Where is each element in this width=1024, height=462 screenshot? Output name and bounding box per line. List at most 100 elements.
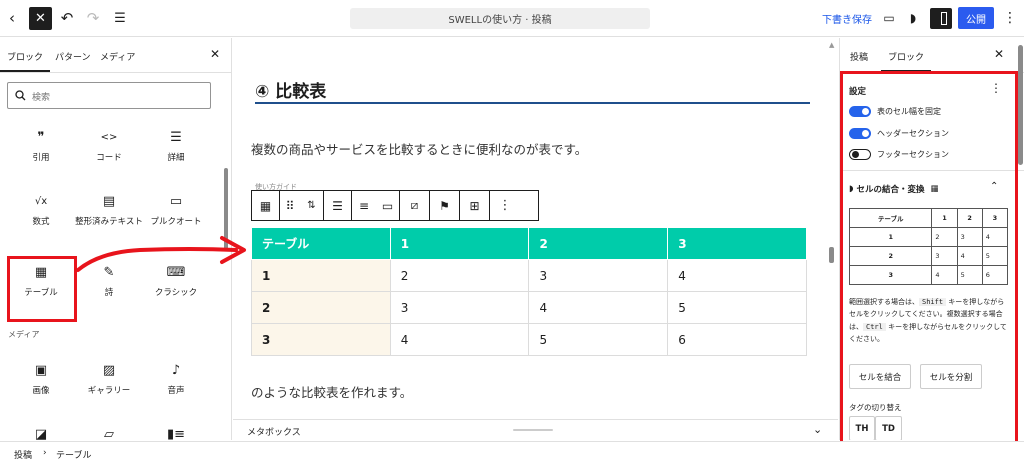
- block-search-input[interactable]: 検索: [7, 82, 211, 109]
- block-item-audio[interactable]: ♪ 音声: [141, 362, 211, 397]
- block-label: クラシック: [154, 288, 198, 298]
- search-icon: [15, 90, 26, 101]
- gallery-icon: ▨: [102, 362, 116, 378]
- settings-panel-toggle-button[interactable]: [930, 8, 952, 29]
- caption-icon[interactable]: ▭: [376, 191, 400, 220]
- close-icon[interactable]: ✕: [210, 47, 220, 61]
- section-heading[interactable]: ④ 比較表: [255, 76, 810, 104]
- table-cell[interactable]: 5: [667, 291, 807, 324]
- intro-paragraph[interactable]: 複数の商品やサービスを比較するときに便利なのが表です。: [251, 139, 587, 158]
- table-header-row: テーブル 1 2 3: [251, 227, 807, 260]
- inserter-tabs: ブロック パターン メディア ✕: [0, 38, 231, 72]
- code-icon: <>: [100, 131, 118, 143]
- outro-paragraph[interactable]: のような比較表を作れます。: [251, 382, 412, 401]
- audio-icon: ♪: [171, 362, 181, 378]
- swell-logo-icon[interactable]: ◗: [904, 6, 922, 30]
- header-cell[interactable]: 1: [389, 227, 530, 260]
- annotation-highlight-settings: [840, 71, 1018, 459]
- media-text-icon: ▮≡: [166, 426, 186, 441]
- tab-media[interactable]: メディア: [100, 50, 135, 63]
- inserter-scrollbar[interactable]: [224, 168, 228, 250]
- more-options-icon[interactable]: ⋮: [1002, 6, 1018, 30]
- block-item-verse[interactable]: ✎ 詩: [74, 264, 144, 299]
- publish-button[interactable]: 公開: [958, 7, 994, 29]
- save-draft-button[interactable]: 下書き保存: [822, 11, 872, 26]
- preformatted-icon: ▤: [102, 193, 116, 209]
- chevron-down-icon[interactable]: ⌄: [813, 423, 822, 436]
- table-row: 1 2 3 4: [251, 259, 807, 292]
- block-item-details[interactable]: ☰ 詳細: [141, 129, 211, 164]
- block-label: 詳細: [167, 153, 185, 163]
- editor-topbar: ‹ ✕ ↶ ↷ ☰ SWELLの使い方 · 投稿 下書き保存 ▭ ◗ 公開 ⋮: [0, 0, 1024, 37]
- list-view-icon[interactable]: ☰: [110, 6, 130, 30]
- block-item-gallery[interactable]: ▨ ギャラリー: [74, 362, 144, 397]
- row-header-cell[interactable]: 3: [251, 323, 391, 356]
- block-item-image[interactable]: ▣ 画像: [6, 362, 76, 397]
- block-item-classic[interactable]: ⌨ クラシック: [141, 264, 211, 299]
- preview-desktop-icon[interactable]: ▭: [880, 6, 898, 30]
- align-icon[interactable]: ☰: [324, 191, 352, 220]
- breadcrumb-item-post[interactable]: 投稿: [14, 448, 32, 461]
- header-cell[interactable]: テーブル: [251, 227, 391, 260]
- header-cell[interactable]: 2: [528, 227, 669, 260]
- canvas-scrollbar[interactable]: [829, 247, 834, 263]
- block-item-media-text[interactable]: ▮≡: [141, 426, 211, 441]
- search-placeholder: 検索: [32, 93, 51, 103]
- drag-handle-icon[interactable]: ⠿: [280, 191, 300, 220]
- tab-patterns[interactable]: パターン: [55, 50, 91, 63]
- cover-icon: ◪: [34, 426, 48, 441]
- block-item-preformatted[interactable]: ▤ 整形済みテキスト: [74, 193, 144, 228]
- redo-icon[interactable]: ↷: [84, 6, 102, 30]
- tab-blocks[interactable]: ブロック: [0, 50, 51, 72]
- table-cell[interactable]: 2: [389, 259, 530, 292]
- pullquote-icon: ▭: [169, 193, 183, 209]
- breadcrumb: 投稿 › テーブル: [0, 441, 1024, 462]
- settings-scrollbar[interactable]: [1018, 45, 1023, 165]
- block-label: 整形済みテキスト: [75, 217, 143, 227]
- block-label: コード: [96, 153, 122, 163]
- document-title-bar[interactable]: SWELLの使い方 · 投稿: [350, 8, 650, 29]
- tab-block[interactable]: ブロック: [880, 50, 932, 72]
- header-cell[interactable]: 3: [667, 227, 807, 260]
- table-cell[interactable]: 4: [667, 259, 807, 292]
- resize-handle[interactable]: [513, 429, 553, 431]
- align-left-icon[interactable]: ≡: [352, 191, 376, 220]
- table-cell[interactable]: 3: [389, 291, 530, 324]
- table-icon[interactable]: ▦: [252, 191, 280, 220]
- block-item-pullquote[interactable]: ▭ プルクオート: [141, 193, 211, 228]
- block-item-file[interactable]: ▱: [74, 426, 144, 441]
- block-label: 詩: [104, 288, 114, 298]
- back-chevron-icon[interactable]: ‹: [4, 6, 20, 30]
- block-item-cover[interactable]: ◪: [6, 426, 76, 441]
- quote-icon: ❞: [37, 129, 45, 145]
- breadcrumb-item-table[interactable]: テーブル: [56, 448, 91, 461]
- scroll-up-icon[interactable]: ▲: [829, 41, 834, 50]
- metabox-bar[interactable]: メタボックス ⌄: [233, 419, 838, 441]
- table-cell[interactable]: 3: [528, 259, 669, 292]
- table-cell[interactable]: 4: [528, 291, 669, 324]
- block-label: 数式: [32, 217, 50, 227]
- move-up-down-icon[interactable]: ⇅: [300, 191, 324, 220]
- block-label: 引用: [32, 153, 50, 163]
- table-cell[interactable]: 6: [667, 323, 807, 356]
- undo-icon[interactable]: ↶: [58, 6, 76, 30]
- paint-roller-icon[interactable]: ⚑: [430, 191, 460, 220]
- image-slash-icon[interactable]: ⧄: [400, 191, 430, 220]
- tab-post[interactable]: 投稿: [850, 50, 868, 63]
- block-item-code[interactable]: <> コード: [74, 129, 144, 164]
- table-edit-icon[interactable]: ⊞: [460, 191, 490, 220]
- table-cell[interactable]: 5: [528, 323, 669, 356]
- close-icon[interactable]: ✕: [994, 47, 1004, 61]
- more-options-icon[interactable]: ⋮: [490, 191, 520, 220]
- close-inserter-button[interactable]: ✕: [29, 7, 52, 30]
- table-cell[interactable]: 4: [389, 323, 530, 356]
- block-item-quote[interactable]: ❞ 引用: [6, 129, 76, 164]
- block-label: 音声: [167, 386, 185, 396]
- block-item-math[interactable]: √x 数式: [6, 193, 76, 228]
- editor-canvas: ④ 比較表 複数の商品やサービスを比較するときに便利なのが表です。 使い方ガイド…: [233, 38, 838, 440]
- row-header-cell[interactable]: 2: [251, 291, 391, 324]
- block-label: プルクオート: [150, 217, 202, 227]
- row-header-cell[interactable]: 1: [251, 259, 391, 292]
- block-inserter-panel: ブロック パターン メディア ✕ 検索 ❞ 引用 <> コード ☰ 詳細 √x …: [0, 38, 232, 440]
- block-label: ギャラリー: [87, 386, 131, 396]
